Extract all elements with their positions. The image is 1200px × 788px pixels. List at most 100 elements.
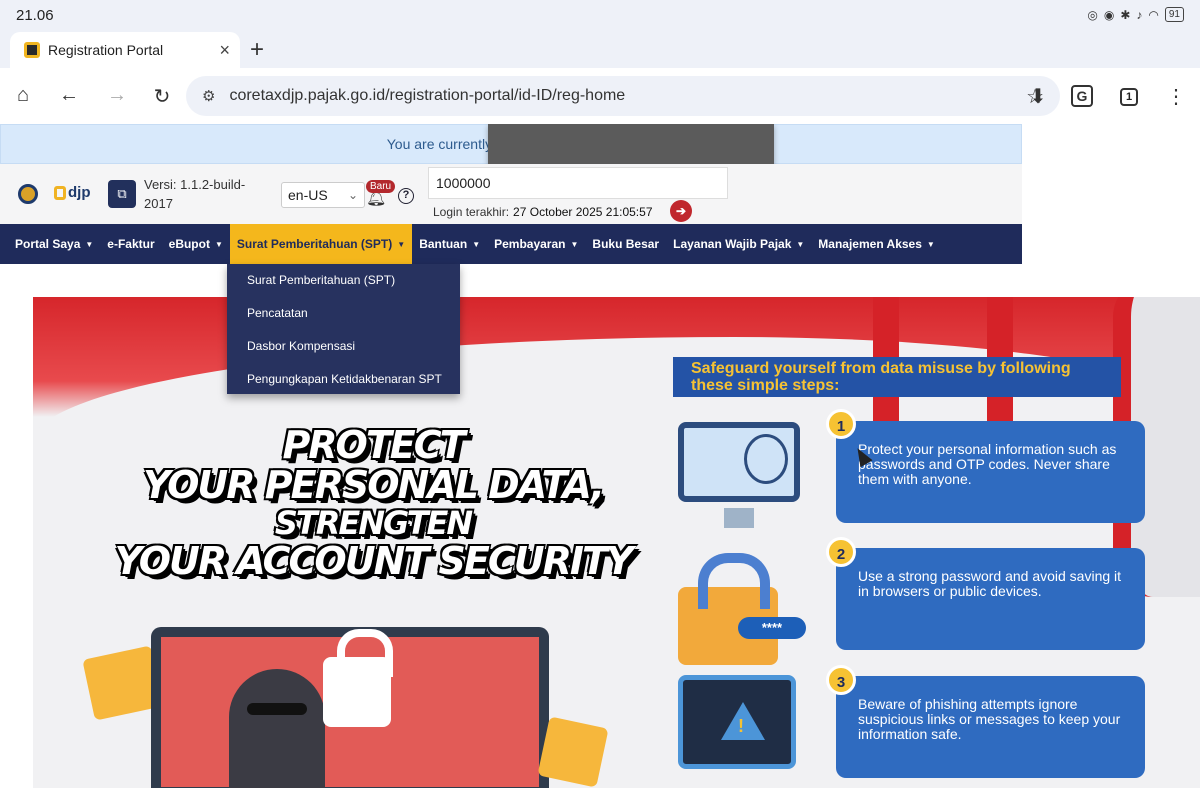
headline-line-4: YOUR ACCOUNT SECURITY: [114, 539, 634, 583]
nav-item-portal-saya[interactable]: Portal Saya ▼: [8, 224, 100, 264]
home-icon[interactable]: ⌂: [10, 84, 36, 107]
main-nav: Portal Saya ▼ e-Faktur eBupot ▼ Surat Pemberi…: [0, 224, 1022, 264]
nav-item-buku-besar[interactable]: Buku Besar: [585, 224, 666, 264]
dropdown-item-pengungkapan-ketidakbenaran-spt[interactable]: Pengungkapan Ketidakbenaran SPT: [227, 363, 460, 396]
headline-line-3: STRENGTEN: [274, 504, 473, 542]
dropdown-item-surat-pemberitahuan-spt[interactable]: Surat Pemberitahuan (SPT): [227, 264, 460, 297]
caret-down-icon: ▼: [472, 239, 481, 249]
bluetooth-icon: ✱: [1120, 7, 1131, 22]
tab-switcher-button[interactable]: 1: [1120, 88, 1138, 106]
last-login: Login terakhir: 27 October 2025 21:05:57: [433, 205, 653, 219]
last-login-value: 27 October 2025 21:05:57: [513, 205, 653, 219]
step-number: 1: [826, 409, 856, 439]
nav-item-surat-pemberitahuan-spt[interactable]: Surat Pemberitahuan (SPT) ▼: [229, 224, 413, 264]
status-icons: ◎ ◉ ✱ ♪ ◠ 91: [1087, 7, 1184, 22]
banner-headline: PROTECT YOUR PERSONAL DATA, STRENGTEN YO…: [93, 425, 653, 581]
folder-icon: [537, 716, 609, 788]
step-1-illustration: [678, 422, 800, 528]
steps-title: Safeguard yourself from data misuse by f…: [673, 357, 1121, 397]
djp-logo[interactable]: djp: [54, 184, 91, 201]
tab-strip: Registration Portal × +: [0, 32, 1200, 68]
mute-icon: ♪: [1136, 7, 1143, 22]
djp-logo-text: djp: [68, 184, 91, 201]
caret-down-icon: ▼: [796, 239, 805, 249]
nav-item-bantuan[interactable]: Bantuan ▼: [412, 224, 487, 264]
new-tab-button[interactable]: +: [250, 36, 264, 64]
forward-icon[interactable]: →: [104, 84, 130, 107]
translate-icon[interactable]: G: [1071, 85, 1093, 107]
monitor-icon: [678, 422, 800, 528]
step-number: 3: [826, 665, 856, 695]
portal-header: djp ⧉ Versi: 1.1.2-build-2017 en-US ⌄ 🔔︎…: [0, 164, 1022, 224]
djp-logo-mark-icon: [54, 185, 66, 200]
chevron-down-icon: ⌄: [347, 188, 358, 202]
security-banner: PROTECT YOUR PERSONAL DATA, STRENGTEN YO…: [33, 297, 1200, 788]
page-content: You are currently impersonating user: - …: [0, 124, 1200, 788]
dropdown-item-pencatatan[interactable]: Pencatatan: [227, 297, 460, 330]
nav-item-label: Layanan Wajib Pajak: [673, 237, 792, 251]
version-info: Versi: 1.1.2-build-2017: [144, 175, 264, 213]
step-3-illustration: !: [678, 675, 798, 775]
download-icon[interactable]: ⬇: [1025, 84, 1051, 109]
reload-icon[interactable]: ↻: [149, 84, 175, 109]
address-bar[interactable]: ⚙ coretaxdjp.pajak.go.id/registration-po…: [186, 76, 1060, 116]
browser-toolbar: ⌂ ← → ↻ ⚙ coretaxdjp.pajak.go.id/registr…: [0, 68, 1200, 124]
favicon-icon: [24, 42, 40, 58]
headline-line-1: PROTECT: [282, 423, 465, 467]
help-icon[interactable]: ?: [398, 188, 414, 204]
eye-icon: ◉: [1103, 7, 1115, 22]
site-settings-icon[interactable]: ⚙: [202, 87, 215, 105]
close-tab-icon[interactable]: ×: [219, 40, 230, 61]
overflow-menu-icon[interactable]: ⋮: [1163, 84, 1189, 109]
nav-item-label: Buku Besar: [592, 237, 660, 251]
tab-title: Registration Portal: [48, 42, 164, 58]
last-login-label: Login terakhir:: [433, 205, 510, 219]
clock: 21.06: [16, 7, 54, 24]
nav-item-label: e-Faktur: [107, 237, 155, 251]
caret-down-icon: ▼: [397, 239, 406, 249]
logout-icon[interactable]: ➔: [670, 200, 692, 222]
headline-line-2: YOUR PERSONAL DATA,: [142, 463, 605, 507]
step-card: Use a strong password and avoid saving i…: [836, 548, 1145, 650]
hacker-illustration: [229, 669, 325, 788]
fingerprint-icon: [744, 434, 788, 484]
tab-registration-portal[interactable]: Registration Portal ×: [10, 32, 240, 68]
lock-icon: [323, 629, 393, 727]
nav-item-layanan-wajib-pajak[interactable]: Layanan Wajib Pajak ▼: [666, 224, 811, 264]
dropdown-item-dasbor-kompensasi[interactable]: Dasbor Kompensasi: [227, 330, 460, 363]
nav-item-label: Pembayaran: [494, 237, 566, 251]
nav-item-manajemen-akses[interactable]: Manajemen Akses ▼: [811, 224, 942, 264]
step-2-illustration: ****: [678, 553, 806, 665]
back-icon[interactable]: ←: [56, 84, 82, 107]
wifi-icon: ◠: [1148, 7, 1159, 22]
nav-item-label: Manajemen Akses: [818, 237, 922, 251]
password-mask: ****: [738, 617, 806, 639]
step-card: Protect your personal information such a…: [836, 421, 1145, 523]
version-label: Versi:: [144, 177, 177, 192]
nav-item-e-faktur[interactable]: e-Faktur: [100, 224, 161, 264]
nav-item-pembayaran[interactable]: Pembayaran ▼: [487, 224, 585, 264]
nav-item-label: Bantuan: [419, 237, 468, 251]
nfc-icon: ◎: [1087, 7, 1098, 22]
hacker-mask: [247, 703, 307, 715]
language-select[interactable]: en-US ⌄: [281, 182, 365, 208]
nav-item-label: Portal Saya: [15, 237, 81, 251]
nav-item-ebupot[interactable]: eBupot ▼: [162, 224, 230, 264]
step-card: Beware of phishing attempts ignore suspi…: [836, 676, 1145, 778]
browser-window-icon: !: [678, 675, 796, 769]
caret-down-icon: ▼: [926, 239, 935, 249]
taxpayer-id-field[interactable]: 1000000: [428, 167, 728, 199]
warning-mark: !: [738, 716, 744, 736]
caret-down-icon: ▼: [570, 239, 579, 249]
nav-item-label: Surat Pemberitahuan (SPT): [236, 237, 393, 251]
url-text[interactable]: coretaxdjp.pajak.go.id/registration-port…: [229, 87, 1026, 105]
caret-down-icon: ▼: [214, 239, 223, 249]
copy-icon[interactable]: ⧉: [108, 180, 136, 208]
spt-dropdown-menu: Surat Pemberitahuan (SPT) Pencatatan Dasbo…: [227, 264, 460, 394]
battery-icon: 91: [1164, 7, 1184, 22]
kemenkeu-logo-icon: [18, 184, 38, 204]
nav-item-label: eBupot: [168, 237, 210, 251]
new-badge: Baru: [366, 180, 396, 193]
language-value: en-US: [288, 187, 328, 203]
system-status-bar: 21.06 ◎ ◉ ✱ ♪ ◠ 91: [0, 0, 1200, 32]
